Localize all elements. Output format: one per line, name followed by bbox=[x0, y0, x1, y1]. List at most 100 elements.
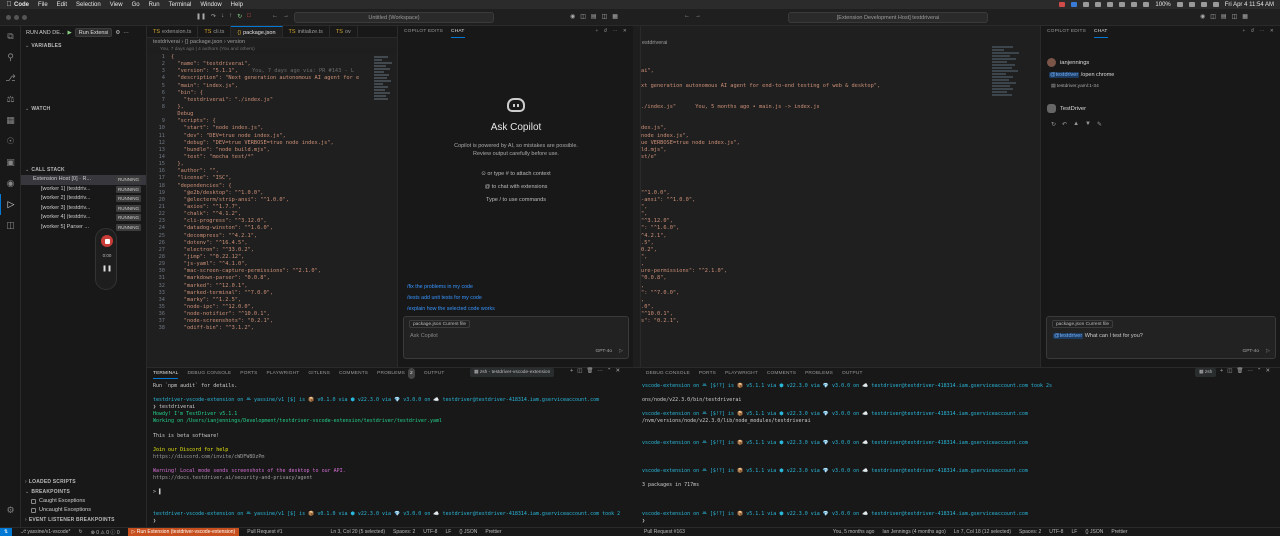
close-icon[interactable]: ✕ bbox=[616, 368, 621, 374]
app-tray-icon[interactable] bbox=[1071, 2, 1078, 7]
retry-icon[interactable]: ↻ bbox=[1051, 121, 1056, 128]
app-tray-icon[interactable] bbox=[1131, 2, 1138, 7]
minimize-window-button[interactable] bbox=[14, 15, 19, 20]
close-icon[interactable]: ✕ bbox=[1266, 368, 1271, 374]
thumbs-up-icon[interactable]: ▲ bbox=[1073, 121, 1079, 128]
more-icon[interactable]: ⋯ bbox=[613, 26, 618, 38]
split-terminal-icon[interactable]: ◫ bbox=[1227, 368, 1232, 374]
event-listener-breakpoints-section[interactable]: › EVENT LISTENER BREAKPOINTS bbox=[21, 515, 147, 525]
maximize-panel-icon[interactable]: ⌃ bbox=[607, 368, 612, 374]
editor-tab[interactable]: {} package.json bbox=[231, 26, 283, 37]
watch-section[interactable]: ⌄ WATCH bbox=[21, 104, 146, 114]
breakpoint-caught-exceptions[interactable]: Caught Exceptions bbox=[21, 497, 147, 506]
chat-input[interactable]: @testdriver What can I test for you? bbox=[1053, 333, 1143, 339]
tab-copilot-edits[interactable]: COPILOT EDITS bbox=[1047, 26, 1086, 38]
menu-run[interactable]: Run bbox=[149, 2, 160, 8]
suggestion-fix[interactable]: /fix the problems in my code bbox=[407, 284, 473, 290]
explorer-icon[interactable]: ⧉ bbox=[0, 26, 21, 47]
menu-selection[interactable]: Selection bbox=[76, 2, 101, 8]
encoding[interactable]: UTF-8 bbox=[1049, 529, 1063, 535]
loaded-scripts-section[interactable]: › LOADED SCRIPTS bbox=[21, 477, 147, 487]
pause-icon[interactable]: ❚❚ bbox=[196, 13, 206, 20]
app-tray-icon[interactable] bbox=[1095, 2, 1102, 7]
back-arrow-icon[interactable]: ← bbox=[684, 13, 690, 19]
pause-recording-icon[interactable]: ❚❚ bbox=[96, 265, 118, 272]
terminal-instance-select[interactable]: ▦ zsh - testdriver-vscode-extension bbox=[470, 368, 555, 377]
stop-recording-button[interactable] bbox=[101, 235, 113, 247]
call-stack-row[interactable]: [worker 5] Parser ... RUNNING bbox=[21, 223, 146, 233]
start-debug-icon[interactable]: ▶ bbox=[68, 30, 72, 36]
toggle-panel-icon[interactable]: ▤ bbox=[1221, 13, 1227, 20]
panel-tab[interactable]: PROBLEMS bbox=[805, 368, 833, 379]
launch-config-select[interactable]: Run Extensi bbox=[74, 28, 113, 37]
extension-view-icon[interactable]: ◫ bbox=[0, 215, 21, 236]
panel-tab[interactable]: GITLENS bbox=[308, 368, 330, 379]
split-terminal-icon[interactable]: ◫ bbox=[577, 368, 582, 374]
call-stack-row[interactable]: [worker 4] (testdriv... RUNNING bbox=[21, 213, 146, 223]
terminal-output[interactable]: Run `npm audit` for details. testdriver-v… bbox=[147, 379, 640, 527]
menu-help[interactable]: Help bbox=[231, 2, 243, 8]
model-picker[interactable]: GPT-4o bbox=[595, 349, 612, 354]
prettier-status[interactable]: Prettier bbox=[1111, 529, 1127, 535]
copilot-icon[interactable]: ◉ bbox=[570, 13, 575, 20]
encoding[interactable]: UTF-8 bbox=[423, 529, 437, 535]
language-mode[interactable]: {} JSON bbox=[459, 529, 477, 535]
edit-icon[interactable]: ✎ bbox=[1097, 121, 1102, 128]
terminal-output[interactable]: vscode-extension on ᚈ [$!?] is 📦 v5.1.1 … bbox=[640, 379, 1280, 527]
prettier-status[interactable]: Prettier bbox=[485, 529, 501, 535]
panel-tab[interactable]: OUTPUT bbox=[424, 368, 445, 379]
step-out-icon[interactable]: ↑ bbox=[229, 13, 232, 20]
apple-icon[interactable]:  bbox=[4, 1, 14, 8]
codelens-blame[interactable]: You, 7 days ago | 4 authors (You and oth… bbox=[160, 47, 255, 52]
panel-tab[interactable]: PORTS bbox=[240, 368, 257, 379]
panel-tab[interactable]: DEBUG CONSOLE bbox=[187, 368, 231, 379]
wifi-icon[interactable] bbox=[1188, 2, 1195, 7]
debug-run-indicator[interactable]: ▷ Run Extension (testdriver-vscode-exten… bbox=[127, 528, 240, 536]
send-icon[interactable]: ▷ bbox=[619, 348, 623, 354]
chat-input-box[interactable]: package.json Current file @testdriver Wh… bbox=[1046, 316, 1276, 359]
more-icon[interactable]: ⋯ bbox=[597, 368, 603, 374]
command-center-search[interactable]: Untitled (Workspace) bbox=[294, 12, 494, 23]
code-editor[interactable]: ai", xt generation autonomous AI agent fo… bbox=[640, 54, 992, 367]
cursor-position[interactable]: Ln 7, Col 18 (12 selected) bbox=[954, 529, 1011, 535]
checkbox[interactable] bbox=[31, 508, 36, 513]
context-chip[interactable]: package.json Current file bbox=[409, 320, 471, 328]
editor-tab[interactable]: TS cli.ts bbox=[198, 26, 232, 37]
panel-tab[interactable]: COMMENTS bbox=[339, 368, 368, 379]
send-icon[interactable]: ▷ bbox=[1266, 348, 1270, 354]
app-tray-icon[interactable] bbox=[1083, 2, 1090, 7]
pull-request-indicator[interactable]: Pull Request #163 bbox=[644, 529, 685, 535]
battery-icon[interactable] bbox=[1176, 2, 1183, 7]
toggle-secondary-sidebar-icon[interactable]: ◫ bbox=[1232, 13, 1238, 20]
call-stack-row[interactable]: [worker 2] (testdriv... RUNNING bbox=[21, 194, 146, 204]
zoom-window-button[interactable] bbox=[22, 15, 27, 20]
more-icon[interactable]: ⋯ bbox=[1247, 368, 1253, 374]
more-icon[interactable]: ⋯ bbox=[1260, 26, 1265, 38]
run-and-debug-icon[interactable]: ▷ bbox=[0, 194, 21, 215]
chat-input[interactable]: Ask Copilot bbox=[410, 333, 438, 339]
customize-layout-icon[interactable]: ▦ bbox=[612, 13, 618, 20]
suggestion-explain[interactable]: /explain how the selected code works bbox=[407, 306, 495, 312]
breakpoints-section[interactable]: ⌄ BREAKPOINTS bbox=[21, 487, 147, 497]
call-stack-row[interactable]: [worker 3] (testdriv... RUNNING bbox=[21, 204, 146, 214]
terminal-instance-select[interactable]: ▦ zsh bbox=[1195, 368, 1217, 377]
chat-input-box[interactable]: package.json Current file Ask Copilot GP… bbox=[403, 316, 629, 359]
back-arrow-icon[interactable]: ← bbox=[272, 13, 278, 19]
extensions-icon[interactable]: ▦ bbox=[0, 110, 21, 131]
indentation[interactable]: Spaces: 2 bbox=[1019, 529, 1041, 535]
editor-tab[interactable]: TS extension.ts bbox=[147, 26, 199, 37]
context-chip[interactable]: package.json Current file bbox=[1052, 320, 1114, 328]
testing-icon[interactable]: ⚖ bbox=[0, 89, 21, 110]
new-terminal-icon[interactable]: + bbox=[570, 368, 573, 374]
maximize-panel-icon[interactable]: ⌃ bbox=[1257, 368, 1262, 374]
kill-terminal-icon[interactable]: 🗑 bbox=[1236, 368, 1243, 374]
more-icon[interactable]: ⋯ bbox=[123, 30, 129, 36]
search-icon[interactable]: ⚲ bbox=[0, 47, 21, 68]
control-center-icon[interactable] bbox=[1212, 2, 1219, 7]
tab-chat[interactable]: CHAT bbox=[1094, 26, 1108, 38]
gitlens-icon[interactable]: ☉ bbox=[0, 131, 21, 152]
close-icon[interactable]: ✕ bbox=[623, 26, 627, 38]
menu-view[interactable]: View bbox=[110, 2, 123, 8]
tab-copilot-edits[interactable]: COPILOT EDITS bbox=[404, 26, 443, 38]
branch-indicator[interactable]: ⎇ yassine/v1-vscode* bbox=[20, 529, 70, 535]
